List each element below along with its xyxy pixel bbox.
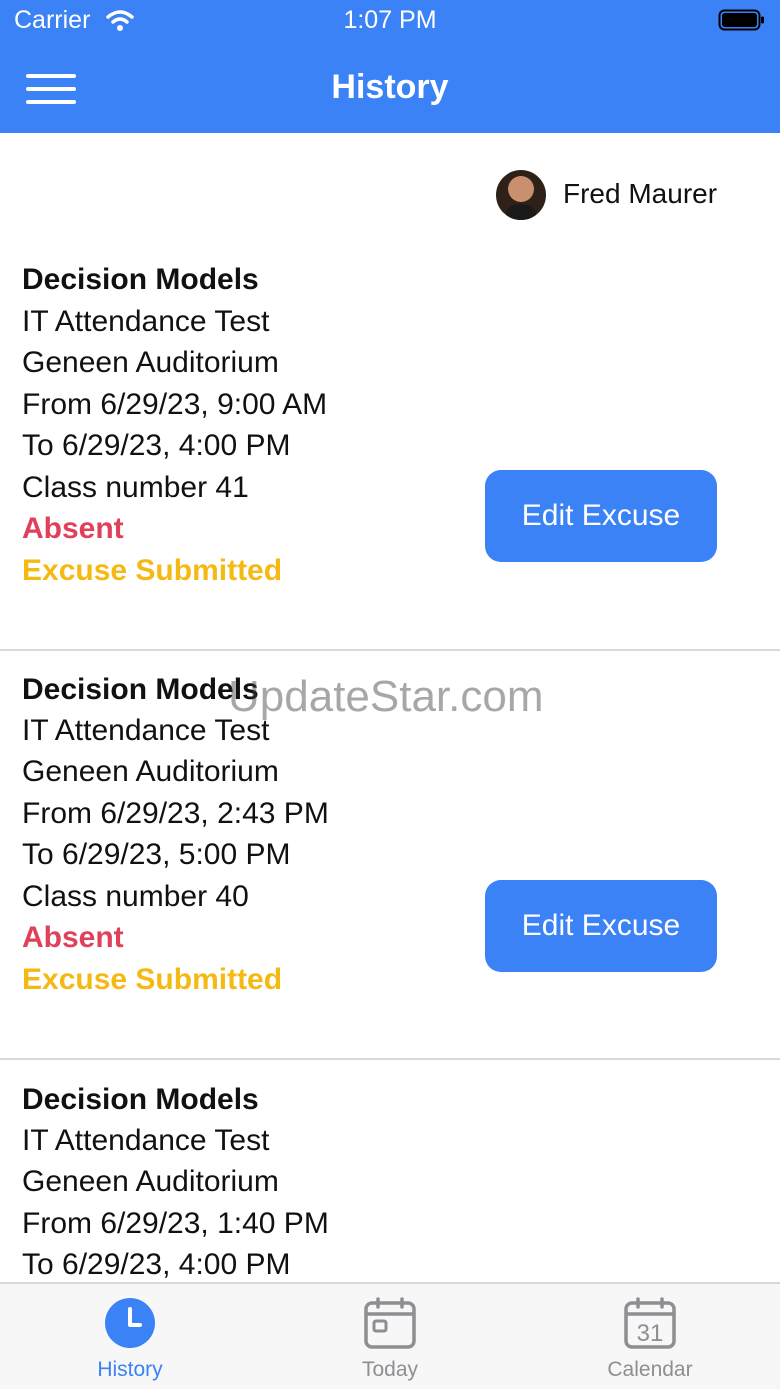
status-time: 1:07 PM [343, 6, 437, 34]
tab-bar: History Today 31 Calendar [0, 1282, 780, 1389]
start-time: From 6/29/23, 2:43 PM [22, 797, 329, 830]
edit-excuse-button[interactable]: Edit Excuse [485, 470, 717, 562]
tab-label: Calendar [607, 1358, 693, 1381]
course-name: Decision Models [22, 1083, 259, 1116]
location: Geneen Auditorium [22, 346, 279, 379]
user-name: Fred Maurer [563, 178, 718, 209]
excuse-status: Excuse Submitted [22, 963, 283, 996]
course-name: Decision Models [22, 263, 259, 296]
page-title: History [331, 68, 449, 106]
tab-history[interactable]: History [30, 1284, 230, 1389]
location: Geneen Auditorium [22, 1165, 279, 1198]
end-time: To 6/29/23, 4:00 PM [22, 1248, 291, 1281]
battery-icon [718, 9, 764, 31]
tab-label: History [97, 1358, 163, 1381]
excuse-status: Excuse Submitted [22, 554, 283, 587]
class-number: Class number 41 [22, 471, 249, 504]
tab-label: Today [361, 1358, 419, 1381]
start-time: From 6/29/23, 9:00 AM [22, 388, 328, 421]
end-time: To 6/29/23, 4:00 PM [22, 429, 291, 462]
calendar-31-icon: 31 [624, 1297, 676, 1349]
history-record: Decision Models IT Attendance Test Genee… [0, 260, 780, 650]
tab-today[interactable]: Today [290, 1284, 490, 1389]
end-time: To 6/29/23, 5:00 PM [22, 838, 291, 871]
class-number: Class number 40 [22, 880, 249, 913]
course-name: Decision Models [22, 673, 259, 706]
nav-header: Carrier 1:07 PM History [0, 0, 780, 133]
divider [0, 1058, 780, 1060]
tab-calendar[interactable]: 31 Calendar [550, 1284, 750, 1389]
history-record: Decision Models IT Attendance Test Genee… [0, 1080, 780, 1282]
attendance-status: Absent [22, 921, 124, 954]
calendar-day-icon [364, 1297, 416, 1349]
history-record: Decision Models IT Attendance Test Genee… [0, 670, 780, 1060]
location: Geneen Auditorium [22, 755, 279, 788]
start-time: From 6/29/23, 1:40 PM [22, 1207, 329, 1240]
avatar [496, 170, 546, 220]
svg-text:31: 31 [637, 1320, 664, 1347]
divider [0, 649, 780, 651]
clock-icon [105, 1298, 155, 1348]
event-name: IT Attendance Test [22, 305, 270, 338]
event-name: IT Attendance Test [22, 1124, 270, 1157]
edit-excuse-button[interactable]: Edit Excuse [485, 880, 717, 972]
attendance-status: Absent [22, 512, 124, 545]
event-name: IT Attendance Test [22, 714, 270, 747]
